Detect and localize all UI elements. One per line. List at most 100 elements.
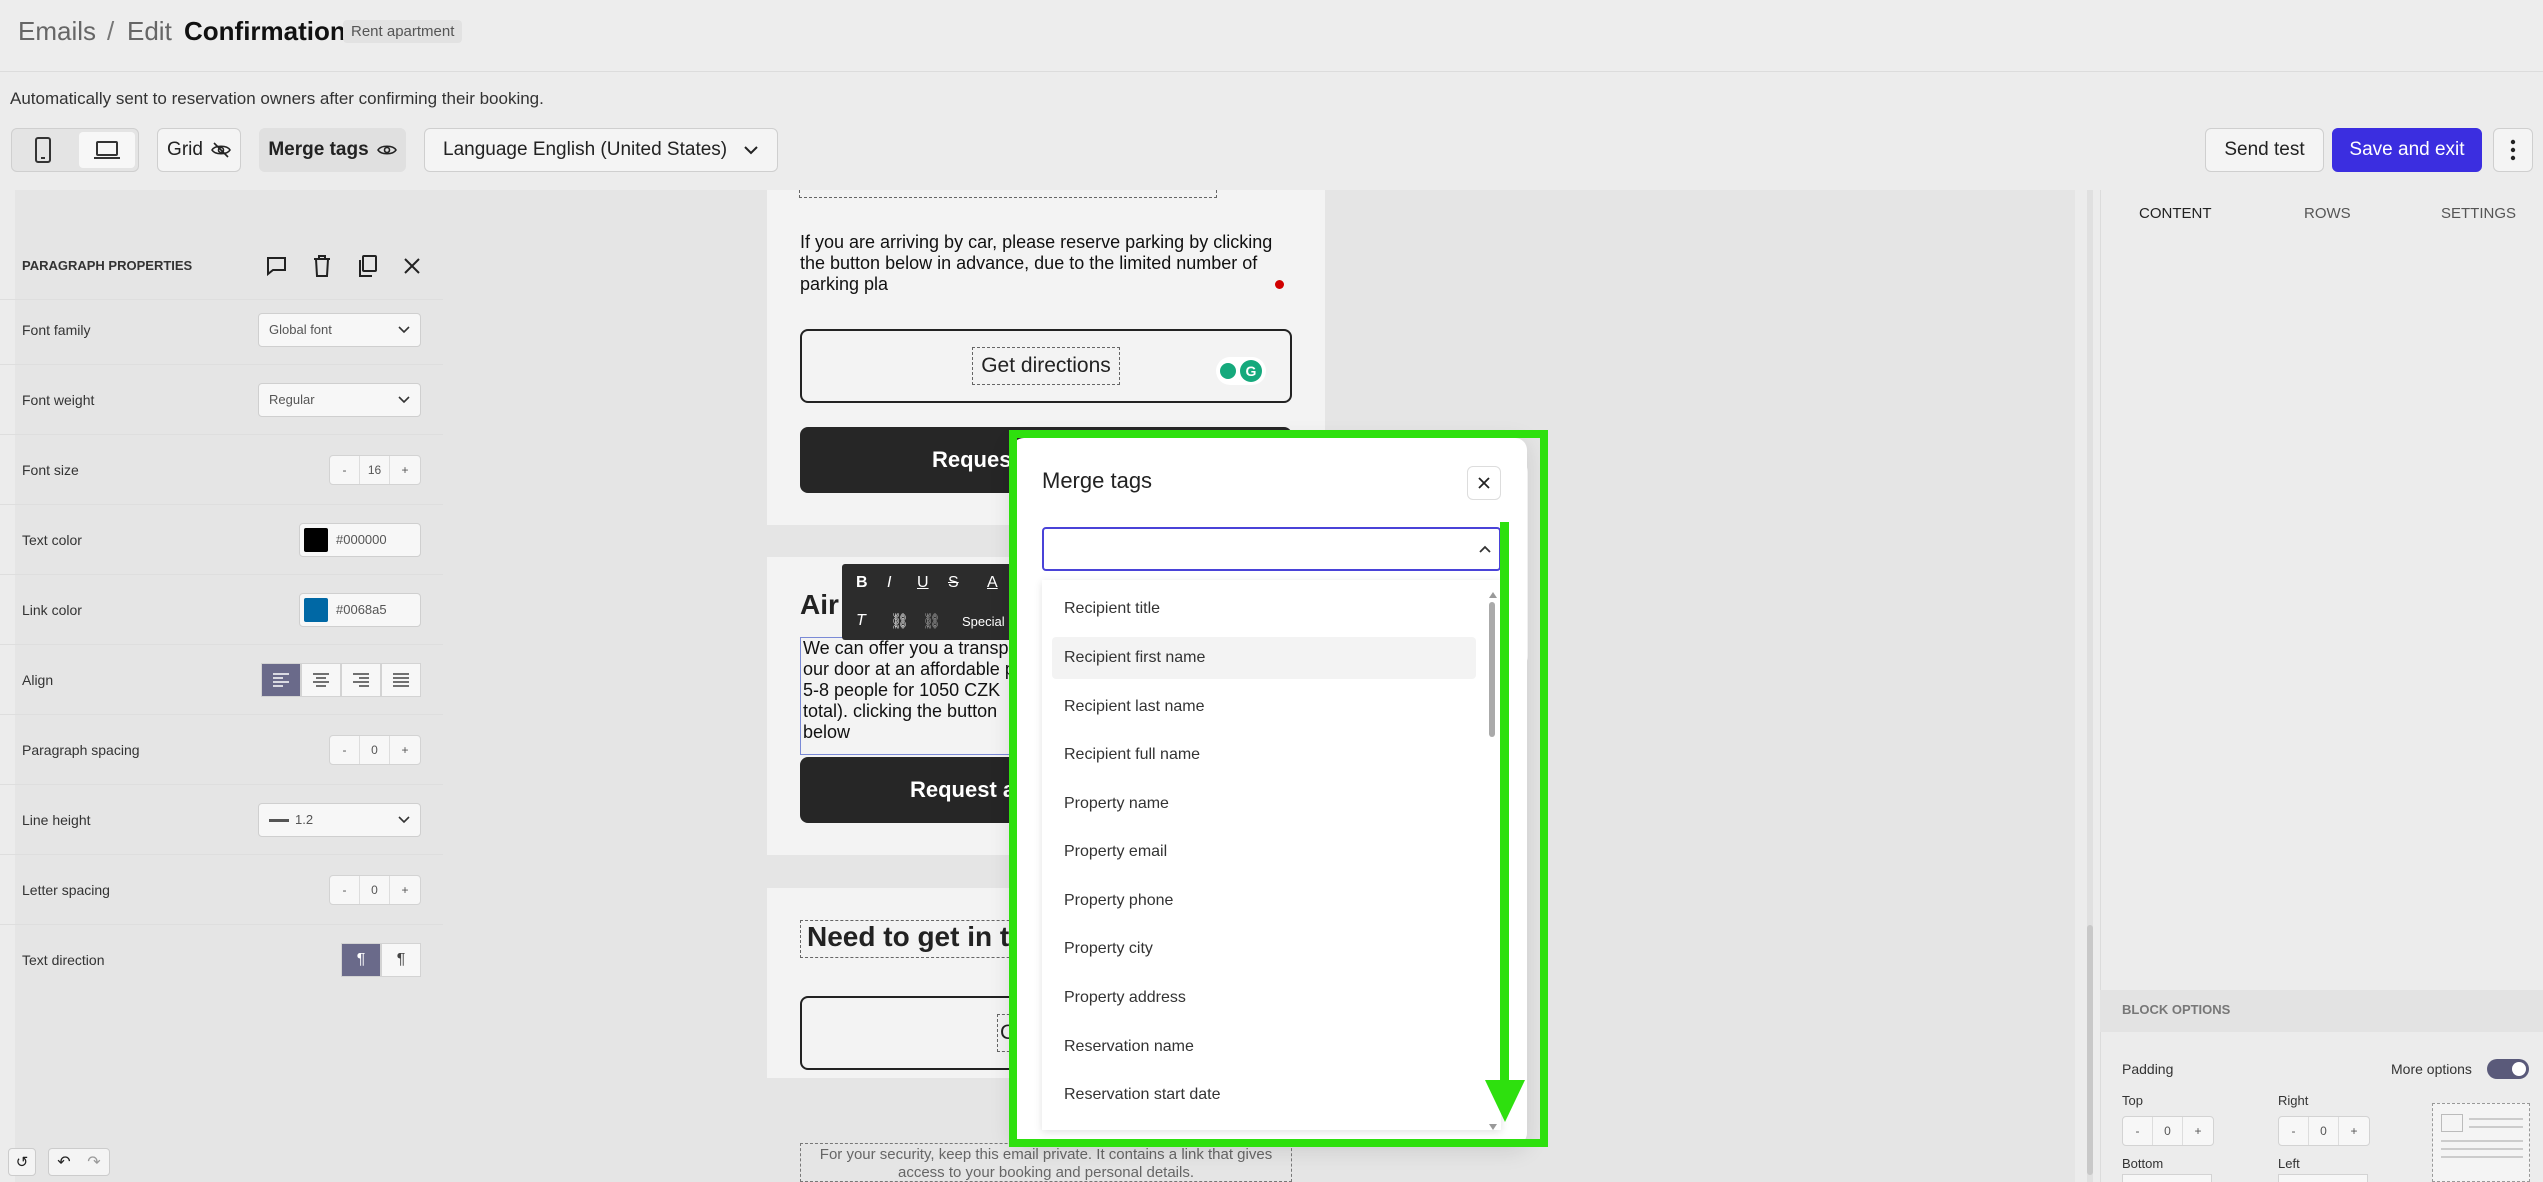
align-center-icon[interactable] — [301, 662, 341, 697]
align-right-icon[interactable] — [341, 662, 381, 697]
font-family-label: Font family — [22, 321, 91, 338]
undo-icon[interactable]: ↶ — [57, 1152, 70, 1172]
underline-icon[interactable]: U — [917, 574, 929, 592]
tab-settings[interactable]: SETTINGS — [2441, 205, 2516, 222]
device-toggle — [11, 128, 139, 172]
send-test-button[interactable]: Send test — [2205, 128, 2324, 172]
increment-button[interactable]: + — [390, 876, 420, 904]
footer-security-text: For your security, keep this email priva… — [800, 1143, 1292, 1182]
decrement-button[interactable]: - — [2123, 1117, 2153, 1145]
duplicate-icon[interactable] — [357, 254, 377, 277]
paragraph-spacing-label: Paragraph spacing — [22, 741, 140, 758]
font-weight-label: Font weight — [22, 391, 95, 408]
save-and-exit-label: Save and exit — [2349, 139, 2465, 160]
paragraph-spacing-stepper[interactable]: -0 + — [329, 734, 421, 765]
laptop-icon[interactable] — [79, 132, 135, 168]
text-color-field[interactable]: #000000 — [299, 522, 421, 557]
block-options-header: BLOCK OPTIONS — [2100, 990, 2543, 1032]
font-family-value: Global font — [269, 322, 332, 337]
link-icon[interactable]: ⛓ — [890, 612, 909, 630]
link-color-field[interactable]: #0068a5 — [299, 592, 421, 627]
kebab-menu-icon — [2510, 139, 2516, 161]
eye-icon — [376, 145, 397, 155]
chevron-down-icon — [398, 395, 410, 403]
phone-icon[interactable] — [15, 132, 71, 168]
right-label: Right — [2278, 1093, 2309, 1108]
special-links-button[interactable]: Special — [962, 614, 1005, 629]
text-color-row: Text color #000000 — [0, 505, 443, 575]
canvas-scrollbar[interactable] — [2087, 190, 2093, 1182]
padding-bottom-stepper[interactable] — [2122, 1174, 2212, 1182]
image-block[interactable] — [799, 190, 1217, 198]
padding-top-stepper[interactable]: -0 + — [2122, 1116, 2214, 1146]
breadcrumb-emails[interactable]: Emails — [18, 16, 96, 47]
text-color-swatch[interactable] — [304, 527, 328, 552]
decrement-button[interactable]: - — [330, 735, 360, 764]
grid-button[interactable]: Grid — [157, 128, 241, 172]
strikethrough-icon[interactable]: S — [948, 574, 959, 592]
parking-paragraph[interactable]: If you are arriving by car, please reser… — [800, 232, 1280, 295]
align-justify-icon[interactable] — [381, 662, 421, 697]
clear-format-icon[interactable]: T — [856, 612, 866, 630]
rtl-icon[interactable]: ¶ — [381, 943, 421, 977]
language-select[interactable]: Language English (United States) — [424, 128, 778, 172]
close-panel-icon[interactable] — [403, 257, 421, 275]
unlink-icon[interactable]: ⛓ — [922, 612, 941, 630]
more-options-toggle[interactable] — [2487, 1059, 2529, 1079]
top-header: Emails / Edit Confirmation Rent apartmen… — [0, 0, 2543, 72]
increment-button[interactable]: + — [390, 456, 420, 484]
decrement-button[interactable]: - — [330, 875, 360, 904]
link-color-label: Link color — [22, 601, 82, 618]
font-weight-select[interactable]: Regular — [258, 382, 421, 417]
more-menu-button[interactable] — [2493, 128, 2533, 172]
paragraph-spacing-row: Paragraph spacing -0 + — [0, 715, 443, 785]
padding-preview — [2432, 1103, 2530, 1182]
tab-rows[interactable]: ROWS — [2304, 205, 2351, 222]
text-direction-label: Text direction — [22, 952, 105, 968]
request-parking-label: Request — [932, 447, 1019, 472]
text-color-icon[interactable]: A — [987, 574, 998, 592]
tab-content[interactable]: CONTENT — [2139, 205, 2212, 222]
chevron-down-icon — [398, 815, 410, 823]
trash-icon[interactable] — [313, 254, 331, 277]
increment-button[interactable]: + — [2183, 1117, 2213, 1145]
merge-tags-button[interactable]: Merge tags — [259, 128, 406, 172]
padding-right-stepper[interactable]: -0 + — [2278, 1116, 2370, 1146]
font-weight-value: Regular — [269, 392, 315, 407]
redo-icon[interactable]: ↷ — [87, 1152, 100, 1172]
align-left-icon[interactable] — [261, 662, 301, 697]
italic-icon[interactable]: I — [887, 574, 891, 592]
breadcrumb-edit: Edit — [127, 16, 172, 46]
font-family-select[interactable]: Global font — [258, 312, 421, 347]
paragraph-properties-header: PARAGRAPH PROPERTIES — [0, 232, 443, 300]
page-description: Automatically sent to reservation owners… — [10, 89, 544, 108]
page-title: Confirmation — [184, 16, 346, 46]
get-directions-button[interactable]: Get directions G — [800, 329, 1292, 403]
increment-button[interactable]: + — [390, 736, 420, 764]
left-label: Left — [2278, 1156, 2300, 1171]
padding-left-stepper[interactable] — [2278, 1174, 2368, 1182]
grammarly-icon[interactable]: G — [1216, 357, 1266, 385]
history-icon[interactable]: ↺ — [8, 1148, 36, 1176]
link-color-swatch[interactable] — [304, 597, 328, 622]
bold-icon[interactable]: B — [856, 574, 868, 592]
letter-spacing-stepper[interactable]: -0 + — [329, 874, 421, 905]
increment-button[interactable]: + — [2339, 1117, 2369, 1145]
send-test-label: Send test — [2224, 139, 2305, 160]
letter-spacing-value[interactable]: 0 — [360, 875, 390, 904]
padding-right-value[interactable]: 0 — [2309, 1117, 2339, 1145]
ltr-icon[interactable]: ¶ — [341, 943, 381, 977]
line-height-row: Line height 1.2 — [0, 785, 443, 855]
paragraph-spacing-value[interactable]: 0 — [360, 735, 390, 764]
comment-icon[interactable] — [265, 256, 287, 276]
decrement-button[interactable]: - — [330, 455, 360, 484]
line-height-select[interactable]: 1.2 — [258, 802, 421, 837]
save-and-exit-button[interactable]: Save and exit — [2332, 128, 2482, 172]
padding-top-value[interactable]: 0 — [2153, 1117, 2183, 1145]
letter-spacing-row: Letter spacing -0 + — [0, 855, 443, 925]
font-size-value[interactable]: 16 — [360, 455, 390, 484]
link-color-value: #0068a5 — [336, 602, 387, 617]
decrement-button[interactable]: - — [2279, 1117, 2309, 1145]
font-size-stepper[interactable]: -16 + — [329, 454, 421, 485]
top-label: Top — [2122, 1093, 2143, 1108]
